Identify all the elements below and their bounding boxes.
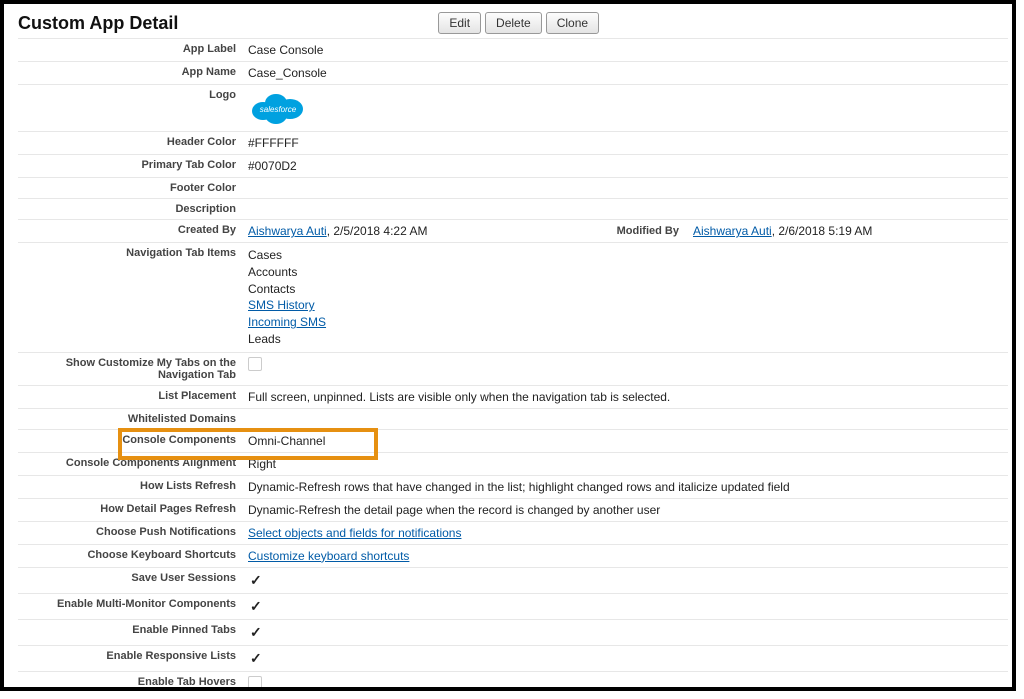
label-logo: Logo <box>18 85 244 132</box>
label-primary-tab-color: Primary Tab Color <box>18 155 244 178</box>
label-show-customize: Show Customize My Tabs on the Navigation… <box>18 352 244 385</box>
value-list-placement: Full screen, unpinned. Lists are visible… <box>244 385 1008 408</box>
push-notifications-link[interactable]: Select objects and fields for notificati… <box>248 526 461 540</box>
label-pinned-tabs: Enable Pinned Tabs <box>18 619 244 645</box>
label-responsive-lists: Enable Responsive Lists <box>18 645 244 671</box>
clone-button[interactable]: Clone <box>546 12 599 34</box>
label-how-detail-refresh: How Detail Pages Refresh <box>18 498 244 521</box>
created-by-ts: , 2/5/2018 4:22 AM <box>327 224 428 238</box>
nav-item-sms-history[interactable]: SMS History <box>248 298 315 312</box>
nav-item-accounts: Accounts <box>248 264 1008 281</box>
page-title: Custom App Detail <box>18 13 178 34</box>
label-how-lists-refresh: How Lists Refresh <box>18 475 244 498</box>
value-logo: salesforce <box>244 85 1008 132</box>
value-footer-color <box>244 178 1008 199</box>
value-how-lists-refresh: Dynamic-Refresh rows that have changed i… <box>244 475 1008 498</box>
detail-table: App Label Case Console App Name Case_Con… <box>18 38 1008 691</box>
checkmark-icon: ✓ <box>248 572 262 588</box>
value-description <box>244 199 1008 220</box>
label-list-placement: List Placement <box>18 385 244 408</box>
label-description: Description <box>18 199 244 220</box>
label-whitelisted-domains: Whitelisted Domains <box>18 408 244 429</box>
value-created-by: Aishwarya Auti, 2/5/2018 4:22 AM <box>244 220 563 243</box>
label-tab-hovers: Enable Tab Hovers <box>18 671 244 691</box>
value-modified-by: Aishwarya Auti, 2/6/2018 5:19 AM <box>689 220 1008 243</box>
created-by-link[interactable]: Aishwarya Auti <box>248 224 327 238</box>
keyboard-shortcuts-link[interactable]: Customize keyboard shortcuts <box>248 549 409 563</box>
value-app-label: Case Console <box>244 39 1008 62</box>
checkbox-unchecked-icon <box>248 676 262 690</box>
svg-text:salesforce: salesforce <box>260 105 297 114</box>
label-multi-monitor: Enable Multi-Monitor Components <box>18 593 244 619</box>
label-created-by: Created By <box>18 220 244 243</box>
checkbox-unchecked-icon <box>248 357 262 371</box>
checkmark-icon: ✓ <box>248 598 262 614</box>
label-modified-by: Modified By <box>563 220 689 243</box>
checkmark-icon: ✓ <box>248 650 262 666</box>
label-save-sessions: Save User Sessions <box>18 567 244 593</box>
nav-item-cases: Cases <box>248 247 1008 264</box>
label-push-notifications: Choose Push Notifications <box>18 521 244 544</box>
label-header-color: Header Color <box>18 132 244 155</box>
nav-item-incoming-sms[interactable]: Incoming SMS <box>248 315 326 329</box>
salesforce-logo-icon: salesforce <box>248 89 308 127</box>
label-app-label: App Label <box>18 39 244 62</box>
value-nav-items: Cases Accounts Contacts SMS History Inco… <box>244 243 1008 353</box>
value-console-alignment: Right <box>244 452 1008 475</box>
value-app-name: Case_Console <box>244 62 1008 85</box>
value-header-color: #FFFFFF <box>244 132 1008 155</box>
modified-by-link[interactable]: Aishwarya Auti <box>693 224 772 238</box>
label-console-alignment: Console Components Alignment <box>18 452 244 475</box>
label-footer-color: Footer Color <box>18 178 244 199</box>
delete-button[interactable]: Delete <box>485 12 542 34</box>
nav-item-contacts: Contacts <box>248 281 1008 298</box>
checkmark-icon: ✓ <box>248 624 262 640</box>
action-buttons: Edit Delete Clone <box>438 12 599 34</box>
label-nav-items: Navigation Tab Items <box>18 243 244 353</box>
label-keyboard-shortcuts: Choose Keyboard Shortcuts <box>18 544 244 567</box>
label-app-name: App Name <box>18 62 244 85</box>
value-console-components: Omni-Channel <box>244 429 1008 452</box>
value-primary-tab-color: #0070D2 <box>244 155 1008 178</box>
value-how-detail-refresh: Dynamic-Refresh the detail page when the… <box>244 498 1008 521</box>
modified-by-ts: , 2/6/2018 5:19 AM <box>772 224 873 238</box>
edit-button[interactable]: Edit <box>438 12 481 34</box>
nav-item-leads: Leads <box>248 331 1008 348</box>
value-whitelisted-domains <box>244 408 1008 429</box>
label-console-components: Console Components <box>122 434 236 446</box>
